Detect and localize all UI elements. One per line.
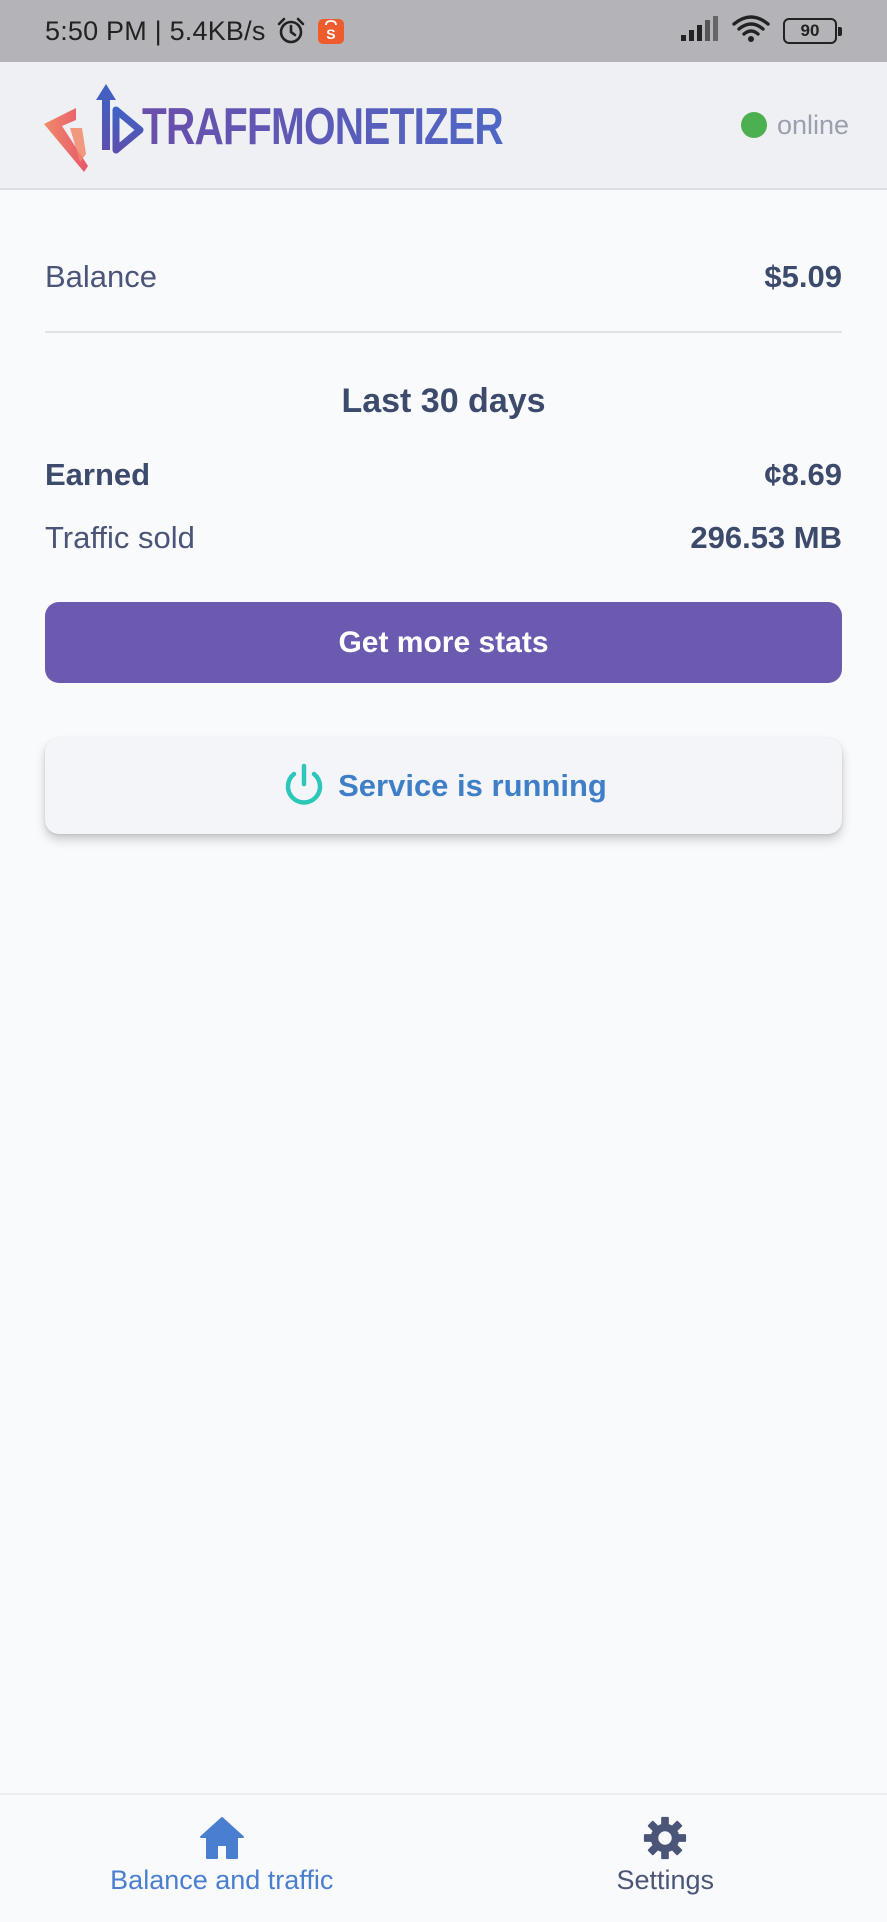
balance-value: $5.09 xyxy=(764,259,842,295)
signal-icon xyxy=(679,15,719,48)
traffic-row: Traffic sold 296.53 MB xyxy=(45,513,842,563)
earned-value: ¢8.69 xyxy=(764,457,842,493)
traffic-label: Traffic sold xyxy=(45,520,195,556)
traffmonetizer-logo-icon xyxy=(40,80,148,174)
home-icon xyxy=(198,1815,246,1861)
battery-icon: 90 xyxy=(783,18,837,44)
service-status-button[interactable]: Service is running xyxy=(45,738,842,834)
app-header: TRAFFMONETIZER online xyxy=(0,62,887,190)
nav-balance-and-traffic[interactable]: Balance and traffic xyxy=(0,1795,444,1922)
bottom-nav: Balance and traffic Settings xyxy=(0,1793,887,1922)
balance-label: Balance xyxy=(45,259,157,295)
online-indicator-icon xyxy=(741,112,767,138)
app-logo: TRAFFMONETIZER xyxy=(40,80,605,174)
svg-text:S: S xyxy=(326,26,336,42)
traffic-value: 296.53 MB xyxy=(690,520,842,556)
alarm-icon xyxy=(275,15,307,47)
battery-level: 90 xyxy=(801,21,820,41)
shopee-icon: S xyxy=(316,16,346,46)
nav-settings[interactable]: Settings xyxy=(444,1795,887,1922)
earned-label: Earned xyxy=(45,457,150,493)
nav-label-settings: Settings xyxy=(616,1865,714,1896)
gear-icon xyxy=(641,1815,689,1861)
section-title: Last 30 days xyxy=(45,382,842,421)
nav-label-balance-and-traffic: Balance and traffic xyxy=(110,1865,333,1896)
get-more-stats-button[interactable]: Get more stats xyxy=(45,602,842,683)
connection-status: online xyxy=(741,62,849,188)
status-time-speed: 5:50 PM | 5.4KB/s xyxy=(45,16,266,47)
power-icon xyxy=(280,762,328,810)
balance-row: Balance $5.09 xyxy=(45,252,842,302)
connection-status-text: online xyxy=(777,110,849,141)
divider xyxy=(45,331,842,333)
earned-row: Earned ¢8.69 xyxy=(45,450,842,500)
status-bar: 5:50 PM | 5.4KB/s S xyxy=(0,0,887,62)
wifi-icon xyxy=(731,14,771,49)
service-status-text: Service is running xyxy=(338,768,607,804)
app-name: TRAFFMONETIZER xyxy=(142,97,503,157)
